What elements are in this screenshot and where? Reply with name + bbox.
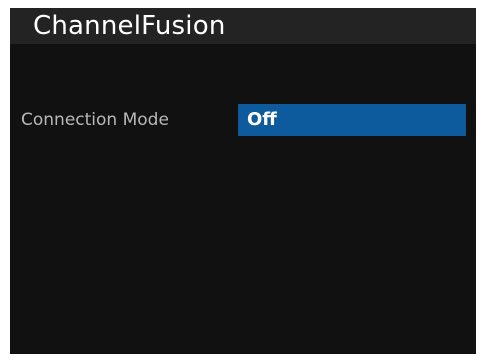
title-bar: ChannelFusion bbox=[10, 8, 476, 44]
connection-mode-value-text: Off bbox=[247, 109, 277, 130]
connection-mode-row[interactable]: Connection Mode Off bbox=[10, 104, 476, 136]
connection-mode-label: Connection Mode bbox=[21, 110, 169, 130]
connection-mode-value[interactable]: Off bbox=[238, 104, 466, 136]
page-title: ChannelFusion bbox=[33, 11, 226, 41]
channelfusion-screen: ChannelFusion Connection Mode Off bbox=[10, 8, 476, 354]
